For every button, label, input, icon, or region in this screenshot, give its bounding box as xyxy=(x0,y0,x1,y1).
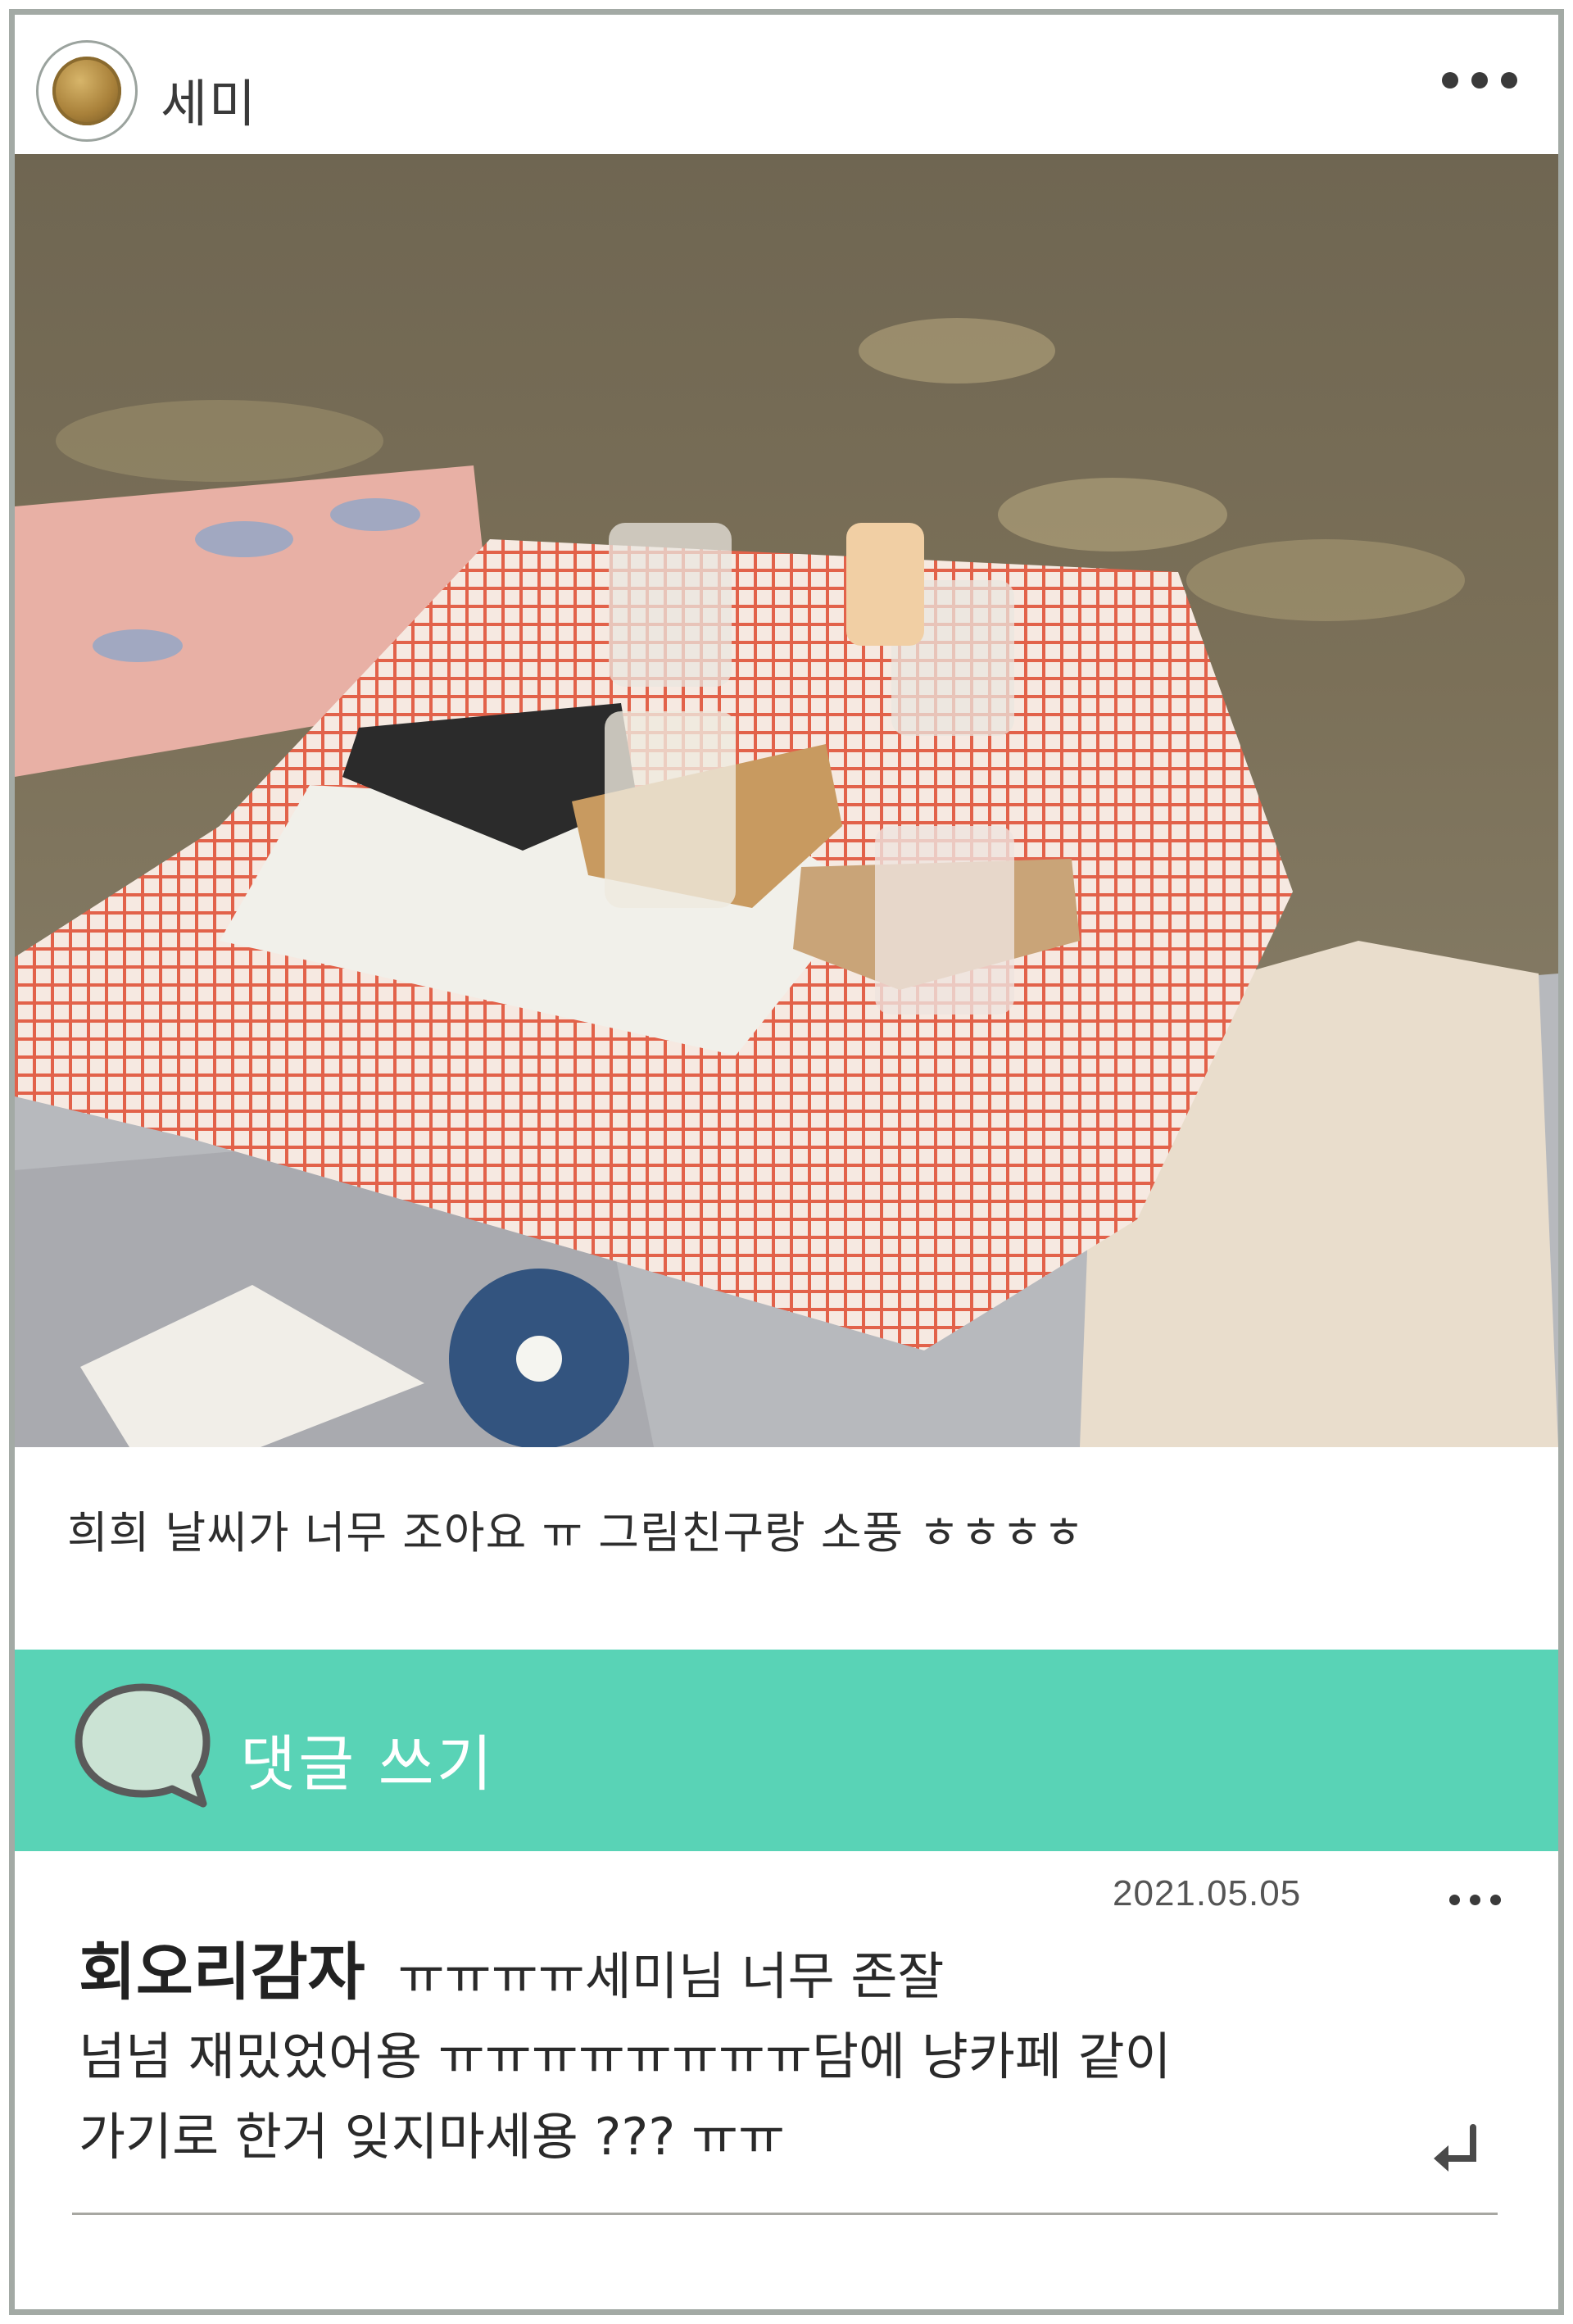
more-options-icon[interactable] xyxy=(1442,72,1517,89)
post-photo xyxy=(15,154,1558,1447)
coin-avatar-icon xyxy=(52,57,121,125)
username[interactable]: 세미 xyxy=(161,62,257,136)
comment-text-line1: ㅠㅠㅠㅠ세미님 너무 존잘 xyxy=(397,1946,945,2006)
comment-text-line3: 가기로 한거 잊지마세용 ??? ㅠㅠ xyxy=(79,2107,786,2167)
comment-more-options-icon[interactable] xyxy=(1449,1895,1501,1905)
write-comment-label: 댓글 쓰기 xyxy=(240,1729,495,1800)
post-card: 세미 희희 날씨가 너무 조아요 ㅠ 그림친구랑 소풍 ㅎㅎㅎㅎ 댓글 쓰기 2… xyxy=(9,9,1564,2315)
comment-date: 2021.05.05 xyxy=(1113,1873,1302,1913)
picnic-photo xyxy=(15,318,1558,1447)
speech-bubble-icon xyxy=(75,1683,211,1808)
post-caption: 희희 날씨가 너무 조아요 ㅠ 그림친구랑 소풍 ㅎㅎㅎㅎ xyxy=(67,1507,1086,1559)
write-comment-button[interactable]: 댓글 쓰기 xyxy=(15,1650,1558,1851)
post-header: 세미 xyxy=(15,15,1558,154)
comment-text-line2: 넘넘 재밌었어용 ㅠㅠㅠㅠㅠㅠㅠㅠ담에 냥카페 같이 xyxy=(79,2027,1172,2086)
avatar[interactable] xyxy=(36,40,138,142)
comment: 회오리감자 ㅠㅠㅠㅠ세미님 너무 존잘 넘넘 재밌었어용 ㅠㅠㅠㅠㅠㅠㅠㅠ담에 냥… xyxy=(79,1932,1422,2177)
comment-author[interactable]: 회오리감자 xyxy=(79,1936,365,2009)
comment-divider xyxy=(72,2213,1498,2215)
reply-arrow-icon[interactable] xyxy=(1424,2121,1489,2186)
